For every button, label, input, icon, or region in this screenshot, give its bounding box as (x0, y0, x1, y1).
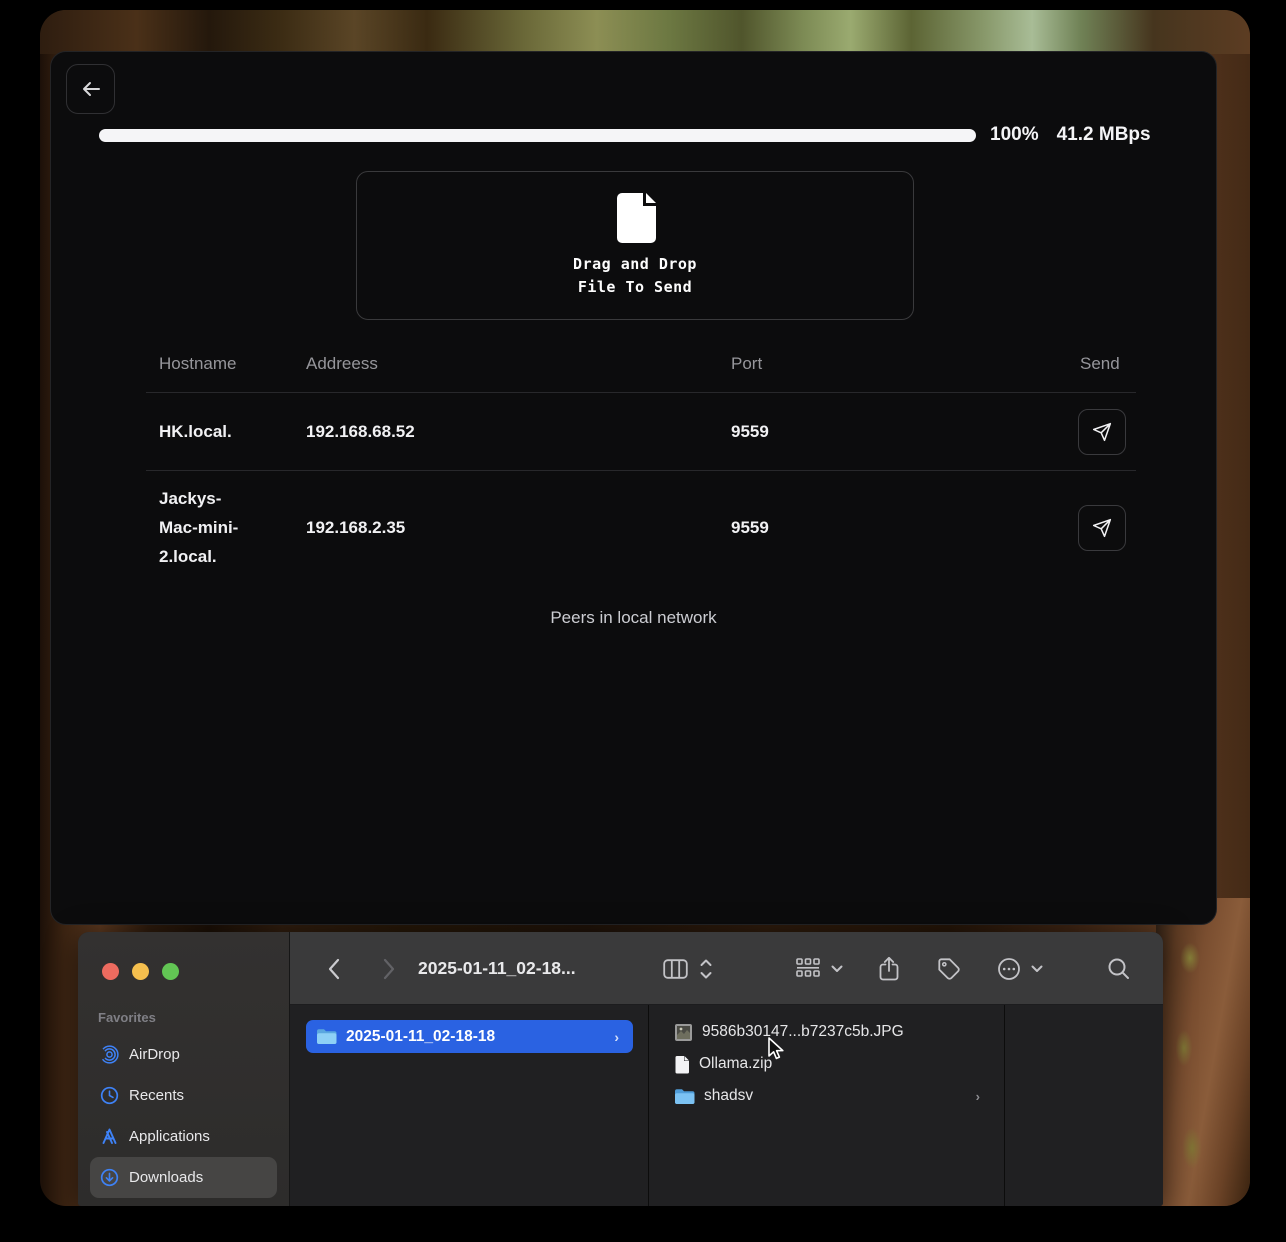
sidebar-item-label: Downloads (129, 1169, 203, 1186)
group-by-icon[interactable] (796, 932, 822, 1005)
sidebar-item-downloads[interactable]: Downloads (90, 1157, 277, 1198)
progress-bar (99, 129, 976, 142)
chevron-right-icon: › (976, 1089, 980, 1104)
dropzone-line2: File To Send (578, 278, 692, 296)
selected-folder-row[interactable]: 2025-01-11_02-18-18 › (306, 1020, 633, 1053)
finder-column-browser: 2025-01-11_02-18-18 › 9586b30147...b7237… (290, 1005, 1163, 1206)
document-file-icon (674, 1055, 690, 1074)
back-button[interactable] (66, 64, 115, 114)
sidebar-item-label: Recents (129, 1087, 184, 1104)
peers-caption: Peers in local network (51, 608, 1216, 628)
column-divider (1004, 1005, 1005, 1206)
file-icon (613, 192, 657, 244)
peer-port: 9559 (731, 422, 1078, 442)
chevron-right-icon: › (614, 1029, 619, 1045)
peer-address: 192.168.68.52 (306, 422, 731, 442)
file-list: 9586b30147...b7237c5b.JPG Ollama.zip sha… (648, 1016, 1004, 1112)
zoom-window-button[interactable] (162, 963, 179, 980)
dropzone-line1: Drag and Drop (573, 255, 697, 273)
peer-row: Jackys-Mac-mini-2.local. 192.168.2.35 95… (146, 471, 1136, 584)
finder-window: Favorites AirDrop (78, 932, 1163, 1206)
file-name: shadsv (704, 1087, 753, 1105)
sidebar-item-airdrop[interactable]: AirDrop (90, 1034, 277, 1075)
search-icon[interactable] (1106, 932, 1132, 1005)
finder-sidebar: Favorites AirDrop (78, 932, 290, 1206)
peer-table-header: Hostname Addreess Port Send (146, 348, 1136, 393)
file-share-app-window: 100% 41.2 MBps Drag and Drop File To Sen… (50, 51, 1217, 925)
column-view-icon[interactable] (662, 932, 688, 1005)
more-actions-chevron-icon[interactable] (1030, 932, 1044, 1005)
file-row-zip[interactable]: Ollama.zip (648, 1048, 1004, 1080)
col-header-send: Send (1078, 354, 1136, 374)
back-arrow-icon (80, 78, 102, 100)
image-thumbnail-icon (674, 1023, 693, 1042)
send-button[interactable] (1078, 505, 1126, 551)
progress-percent: 100% (990, 124, 1039, 146)
peer-hostname: HK.local. (159, 422, 306, 442)
sidebar-item-applications[interactable]: Applications (90, 1116, 277, 1157)
downloads-icon (100, 1168, 119, 1187)
minimize-window-button[interactable] (132, 963, 149, 980)
peer-hostname: Jackys-Mac-mini-2.local. (159, 484, 251, 571)
col-header-address: Addreess (306, 354, 731, 374)
wallpaper-top-strip (40, 10, 1250, 54)
tag-icon[interactable] (936, 932, 962, 1005)
peer-row: HK.local. 192.168.68.52 9559 (146, 393, 1136, 471)
dropzone[interactable]: Drag and Drop File To Send (356, 171, 914, 320)
paper-plane-icon (1092, 518, 1112, 538)
clock-icon (100, 1086, 119, 1105)
file-name: 9586b30147...b7237c5b.JPG (702, 1023, 904, 1041)
sidebar-item-recents[interactable]: Recents (90, 1075, 277, 1116)
mouse-cursor (763, 1036, 787, 1062)
col-header-hostname: Hostname (159, 354, 306, 374)
transfer-speed: 41.2 MBps (1057, 124, 1151, 146)
send-button[interactable] (1078, 409, 1126, 455)
peer-table: Hostname Addreess Port Send HK.local. 19… (146, 348, 1136, 584)
window-controls (102, 963, 179, 980)
share-icon[interactable] (876, 932, 902, 1005)
peer-port: 9559 (731, 518, 1078, 538)
airdrop-icon (100, 1045, 119, 1064)
file-name: Ollama.zip (699, 1055, 772, 1073)
folder-name: 2025-01-11_02-18-18 (346, 1028, 495, 1046)
paper-plane-icon (1092, 422, 1112, 442)
wallpaper-right-strip (1156, 898, 1250, 1206)
file-row-shadsv[interactable]: shadsv › (648, 1080, 1004, 1112)
view-sort-chevrons-icon[interactable] (698, 932, 714, 1005)
back-nav-button[interactable] (318, 932, 348, 1005)
sidebar-item-label: Applications (129, 1128, 210, 1145)
forward-nav-button[interactable] (374, 932, 404, 1005)
applications-icon (100, 1127, 119, 1146)
close-window-button[interactable] (102, 963, 119, 980)
folder-icon (316, 1028, 337, 1045)
favorites-section: Favorites AirDrop (78, 1010, 289, 1198)
finder-toolbar: 2025-01-11_02-18... (290, 932, 1163, 1005)
favorites-heading: Favorites (98, 1010, 289, 1025)
more-actions-icon[interactable] (996, 932, 1022, 1005)
sidebar-item-label: AirDrop (129, 1046, 180, 1063)
col-header-port: Port (731, 354, 1078, 374)
window-title: 2025-01-11_02-18... (418, 932, 576, 1005)
file-row-jpg[interactable]: 9586b30147...b7237c5b.JPG (648, 1016, 1004, 1048)
transfer-progress: 100% 41.2 MBps (99, 124, 1204, 146)
folder-icon (674, 1088, 695, 1105)
dropzone-label: Drag and Drop File To Send (573, 253, 697, 299)
group-by-chevron-icon[interactable] (830, 932, 844, 1005)
peer-address: 192.168.2.35 (306, 518, 731, 538)
desktop: 100% 41.2 MBps Drag and Drop File To Sen… (40, 10, 1250, 1206)
